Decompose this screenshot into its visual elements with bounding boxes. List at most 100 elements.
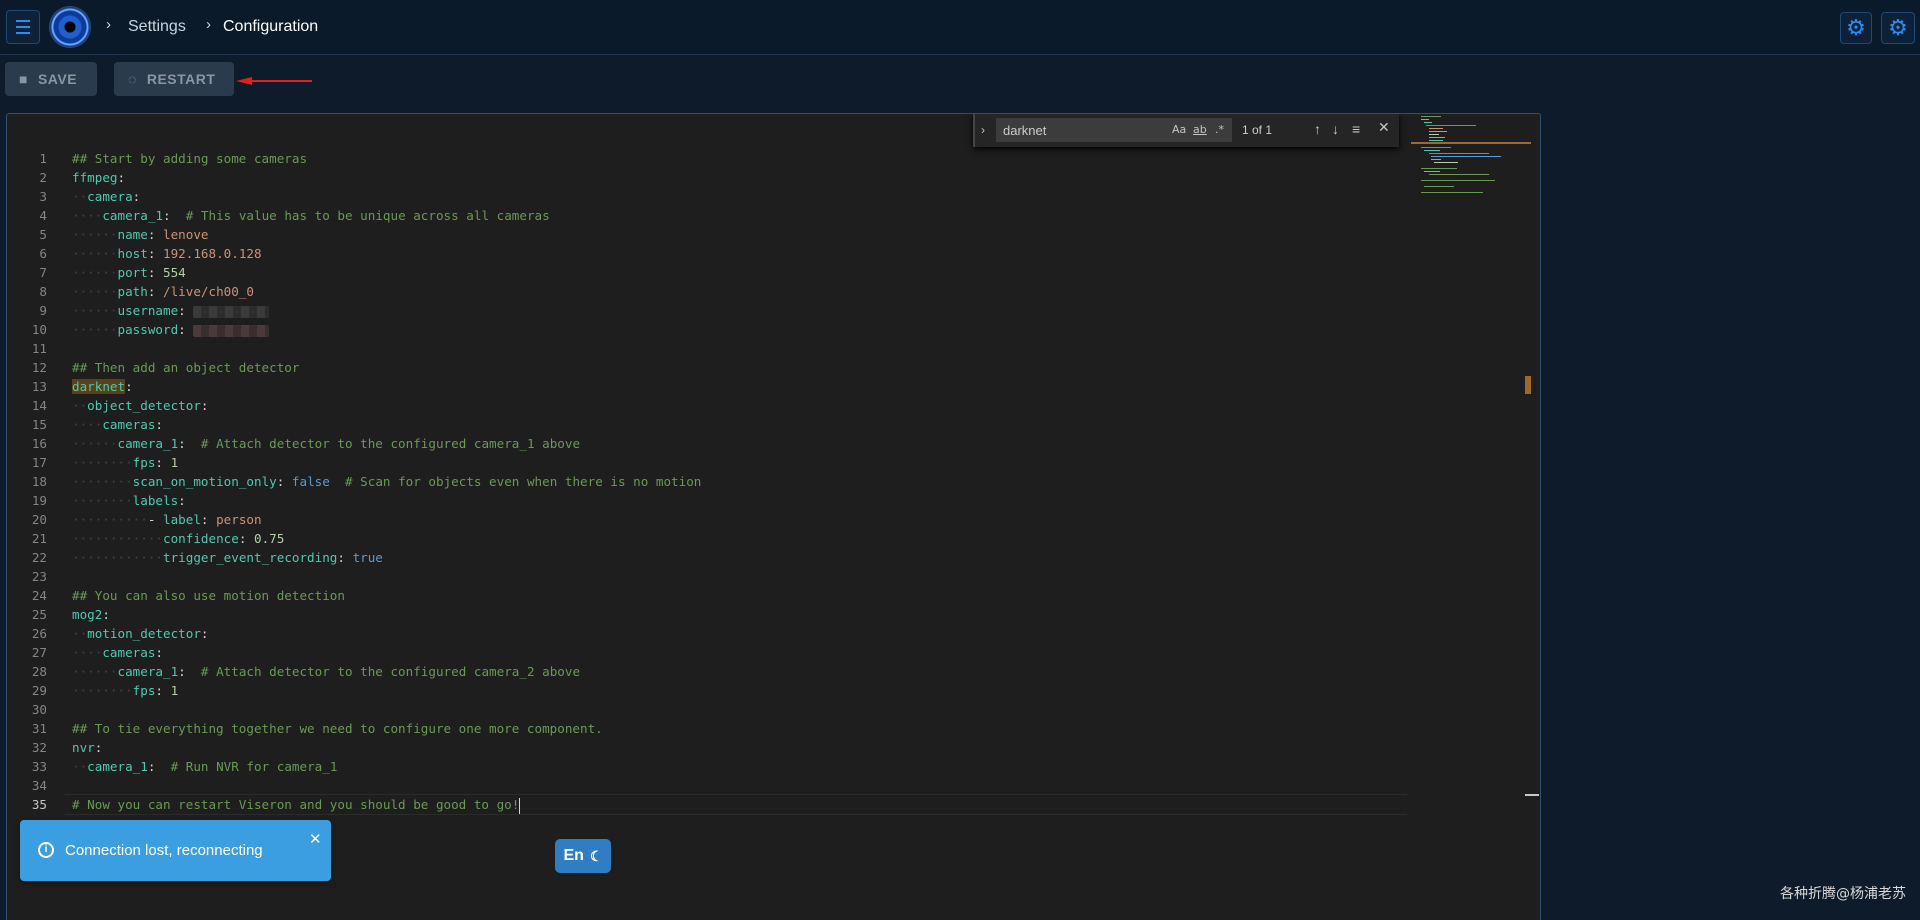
code-line[interactable]: 4 ····camera_1: # This value has to be un… [7,206,1407,225]
code-editor[interactable]: 1 ## Start by adding some cameras 2 ffmpeg:… [6,113,1541,920]
line-text: ············confidence: 0.75 [72,529,284,548]
code-line[interactable]: 12 ## Then add an object detector [7,358,1407,377]
code-line[interactable]: 5 ······name: lenove [7,225,1407,244]
line-number: 16 [31,436,47,451]
app-logo[interactable] [50,7,90,47]
code-token: ········ [72,493,133,508]
whole-word-toggle[interactable]: ab [1193,123,1207,136]
code-token: ·········· [72,512,148,527]
code-line[interactable]: 32 nvr: [7,738,1407,757]
line-number: 12 [31,360,47,375]
restart-button-label: RESTART [146,71,216,87]
line-number: 25 [31,607,47,622]
code-token: true [352,550,383,565]
cursor-scroll-marker [1525,794,1539,796]
line-number: 35 [31,797,47,812]
code-line[interactable]: 3 ··camera: [7,187,1407,206]
code-line[interactable]: 29 ········fps: 1 [7,681,1407,700]
line-text: ··object_detector: [72,396,209,415]
line-text: ## Start by adding some cameras [72,149,307,168]
arrow-up-icon[interactable]: ↑ [1314,121,1321,137]
menu-button[interactable] [6,10,40,44]
code-line[interactable]: 2 ffmpeg: [7,168,1407,187]
code-line[interactable]: 19 ········labels: [7,491,1407,510]
code-token: camera_1 [117,436,179,451]
code-line[interactable]: 23 [7,567,1407,586]
line-number: 23 [31,569,47,584]
match-case-toggle[interactable]: Aa [1172,123,1186,136]
chevron-right-icon[interactable]: › [981,123,985,137]
code-line[interactable]: 20 ··········- label: person [7,510,1407,529]
code-line[interactable]: 8 ······path: /live/ch00_0 [7,282,1407,301]
code-token: ## You can also use motion detection [72,588,345,603]
line-number: 33 [31,759,47,774]
settings-button[interactable]: ⚙ [1840,12,1872,44]
code-line[interactable]: 28 ······camera_1: # Attach detector to t… [7,662,1407,681]
code-line[interactable]: 17 ········fps: 1 [7,453,1407,472]
line-number: 29 [31,683,47,698]
code-line[interactable]: 33 ··camera_1: # Run NVR for camera_1 [7,757,1407,776]
breadcrumb-current: Configuration [223,18,319,35]
code-token: ·· [72,189,88,204]
line-text: ····camera_1: # This value has to be uni… [72,206,550,225]
save-button[interactable]: ■ SAVE [5,62,97,96]
code-line[interactable]: 11 [7,339,1407,358]
code-line[interactable]: 34 [7,776,1407,795]
close-icon[interactable]: ✕ [1378,119,1390,136]
code-token: 1 [170,455,179,470]
code-token: /live/ch00_0 [163,284,255,299]
line-text: ffmpeg: [72,168,125,187]
code-token: scan_on_motion_only [132,474,277,489]
code-line[interactable]: 9 ······username: [7,301,1407,320]
language-theme-toggle[interactable]: En ☾ [555,839,611,873]
line-number: 32 [31,740,47,755]
code-token: 554 [163,265,186,280]
code-token: : [147,265,164,280]
code-line[interactable]: 30 [7,700,1407,719]
find-in-selection-icon[interactable]: ≡ [1352,121,1360,137]
code-line[interactable]: 24 ## You can also use motion detection [7,586,1407,605]
code-token: ······ [72,303,118,318]
code-token: ···· [72,208,103,223]
code-line[interactable]: 27 ····cameras: [7,643,1407,662]
code-line[interactable]: 1 ## Start by adding some cameras [7,149,1407,168]
code-line[interactable]: 35 # Now you can restart Viseron and you … [7,794,1407,815]
minimap[interactable] [1411,114,1531,204]
breadcrumb-settings[interactable]: Settings [128,17,186,37]
regex-toggle[interactable]: .* [1215,123,1224,136]
code-line[interactable]: 21 ············confidence: 0.75 [7,529,1407,548]
find-widget: › Aa ab .* 1 of 1 ↑ ↓ ≡ ✕ [973,114,1399,147]
settings-button-2[interactable]: ⚙ [1881,12,1915,44]
code-token: : [147,227,164,242]
code-token: : [102,607,110,622]
code-token: : [200,398,209,413]
code-token: ## Then add an object detector [72,360,300,375]
line-number: 21 [31,531,47,546]
watermark: 各种折腾@杨浦老苏 [1780,886,1906,902]
code-line[interactable]: 31 ## To tie everything together we need … [7,719,1407,738]
code-line[interactable]: 10 ······password: [7,320,1407,339]
code-token: : [200,626,209,641]
code-token: ···· [72,645,103,660]
arrow-down-icon[interactable]: ↓ [1332,121,1339,137]
code-line[interactable]: 15 ····cameras: [7,415,1407,434]
code-line[interactable]: 14 ··object_detector: [7,396,1407,415]
code-line[interactable]: 26 ··motion_detector: [7,624,1407,643]
line-text: ······port: 554 [72,263,186,282]
close-icon[interactable]: ✕ [309,830,322,848]
line-text: ··camera: [72,187,140,206]
code-token: ·· [72,759,88,774]
code-line[interactable]: 25 mog2: [7,605,1407,624]
code-lines[interactable]: 1 ## Start by adding some cameras 2 ffmpeg:… [7,149,1407,815]
code-line[interactable]: 16 ······camera_1: # Attach detector to t… [7,434,1407,453]
line-text: ··camera_1: # Run NVR for camera_1 [72,757,337,776]
code-line[interactable]: 18 ········scan_on_motion_only: false # S… [7,472,1407,491]
code-token: camera [87,189,133,204]
code-line[interactable]: 13 darknet: [7,377,1407,396]
code-line[interactable]: 6 ······host: 192.168.0.128 [7,244,1407,263]
code-token: : [132,189,141,204]
redacted-value [193,305,270,318]
restart-button[interactable]: ◌ RESTART [114,62,234,96]
code-line[interactable]: 7 ······port: 554 [7,263,1407,282]
code-line[interactable]: 22 ············trigger_event_recording: t… [7,548,1407,567]
